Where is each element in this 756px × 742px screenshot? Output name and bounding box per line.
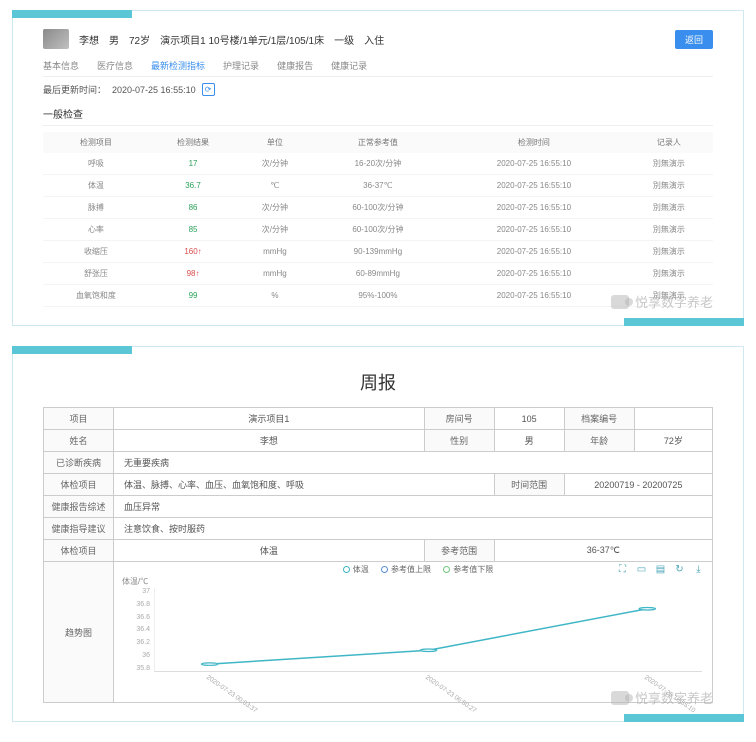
- avatar: [43, 29, 69, 49]
- wechat-icon: [611, 691, 629, 705]
- y-ticks: 3736.836.636.436.23635.8: [120, 588, 150, 672]
- table-row: 呼吸17次/分钟16-20次/分钟2020-07-25 16:55:10別無演示: [43, 153, 713, 175]
- patient-name: 李想: [79, 32, 99, 47]
- report-table: 项目演示项目1 房间号105 档案编号 姓名李想 性别男 年龄72岁 已诊断疾病…: [43, 407, 713, 703]
- trend-label: 趋势图: [44, 562, 114, 703]
- chart-toolbar: ⛶ ▭ ▤ ↻ ⤓: [617, 564, 704, 575]
- last-update-row: 最后更新时间： 2020-07-25 16:55:10 ⟳: [43, 83, 713, 96]
- legend-dot-icon: [381, 566, 388, 573]
- back-button[interactable]: 返回: [675, 30, 713, 49]
- weekly-report-panel: 周报 项目演示项目1 房间号105 档案编号 姓名李想 性别男 年龄72岁 已诊…: [12, 346, 744, 722]
- watermark: 悦享数字养老: [611, 292, 713, 311]
- legend-dot-icon: [343, 566, 350, 573]
- table-row: 收缩压160↑mmHg90-139mmHg2020-07-25 16:55:10…: [43, 241, 713, 263]
- plot-area: [154, 588, 702, 672]
- tab-2[interactable]: 最新检测指标: [151, 59, 205, 72]
- table-row: 舒张压98↑mmHg60-89mmHg2020-07-25 16:55:10別無…: [43, 263, 713, 285]
- y-axis-label: 体温/℃: [122, 576, 148, 587]
- table-row: 脉搏86次/分钟60-100次/分钟2020-07-25 16:55:10別無演…: [43, 197, 713, 219]
- report-title: 周报: [43, 369, 713, 395]
- patient-detail-panel: 李想 男 72岁 演示项目1 10号楼/1单元/1层/105/1床 一级 入住 …: [12, 10, 744, 326]
- table-row: 心率85次/分钟60-100次/分钟2020-07-25 16:55:10別無演…: [43, 219, 713, 241]
- legend-dot-icon: [443, 566, 450, 573]
- trend-chart: 体温 参考值上限 参考值下限 ⛶ ▭ ▤ ↻ ⤓ 体温/℃ 3736.836.6…: [114, 562, 712, 702]
- data-icon[interactable]: ▤: [655, 564, 666, 575]
- patient-location: 演示项目1 10号楼/1单元/1层/105/1床: [160, 32, 324, 47]
- patient-header: 李想 男 72岁 演示项目1 10号楼/1单元/1层/105/1床 一级 入住 …: [43, 29, 713, 49]
- tab-1[interactable]: 医疗信息: [97, 59, 133, 72]
- zoom-icon[interactable]: ⛶: [617, 564, 628, 575]
- patient-status: 入住: [364, 32, 384, 47]
- tab-0[interactable]: 基本信息: [43, 59, 79, 72]
- vitals-table: 检测项目检测结果单位正常参考值检测时间记录人 呼吸17次/分钟16-20次/分钟…: [43, 132, 713, 307]
- tab-3[interactable]: 护理记录: [223, 59, 259, 72]
- refresh-icon[interactable]: ⟳: [202, 83, 215, 96]
- watermark: 悦享数字养老: [611, 688, 713, 707]
- section-title: 一般检查: [43, 106, 713, 126]
- patient-gender: 男: [109, 32, 119, 47]
- tab-5[interactable]: 健康记录: [331, 59, 367, 72]
- tab-bar: 基本信息 医疗信息 最新检测指标 护理记录 健康报告 健康记录: [43, 59, 713, 77]
- save-icon[interactable]: ▭: [636, 564, 647, 575]
- refresh-chart-icon[interactable]: ↻: [674, 564, 685, 575]
- patient-level: 一级: [334, 32, 354, 47]
- download-icon[interactable]: ⤓: [693, 564, 704, 575]
- patient-age: 72岁: [129, 32, 150, 47]
- tab-4[interactable]: 健康报告: [277, 59, 313, 72]
- last-update-label: 最后更新时间：: [43, 83, 106, 96]
- table-row: 体温36.7℃36-37℃2020-07-25 16:55:10別無演示: [43, 175, 713, 197]
- last-update-time: 2020-07-25 16:55:10: [112, 85, 196, 95]
- wechat-icon: [611, 295, 629, 309]
